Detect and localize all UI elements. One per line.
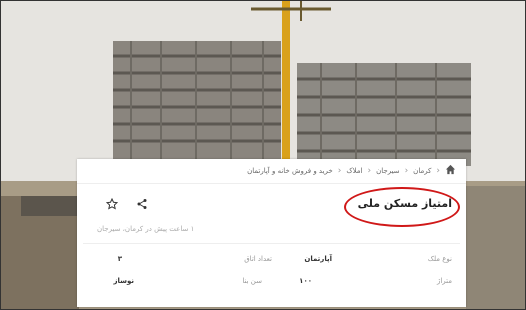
action-icons — [105, 197, 149, 211]
listing-card: ‹ کرمان ‹ سیرجان ‹ املاک ‹ خرید و فروش خ… — [77, 159, 466, 307]
field-label: تعداد اتاق — [244, 255, 272, 263]
listing-header: امتیاز مسکن ملی ۱ ساعت پیش در کرمان، سیر… — [91, 185, 466, 233]
field-row: متراژ ۱۰۰ سن بنا نوساز — [91, 277, 452, 291]
field-label: متراژ — [436, 277, 452, 285]
breadcrumb-item[interactable]: املاک — [346, 167, 362, 175]
chevron-left-icon: ‹ — [436, 166, 440, 176]
breadcrumb-item[interactable]: سیرجان — [376, 167, 399, 175]
field-value: نوساز — [113, 277, 134, 285]
chevron-left-icon: ‹ — [337, 166, 342, 176]
listing-subtitle: ۱ ساعت پیش در کرمان، سیرجان — [97, 225, 195, 233]
breadcrumb-item[interactable]: خرید و فروش خانه و آپارتمان — [247, 167, 333, 175]
chevron-left-icon: ‹ — [367, 166, 372, 176]
divider — [83, 243, 460, 244]
field-value: ۱۰۰ — [299, 277, 312, 285]
home-icon[interactable] — [445, 164, 456, 178]
breadcrumb-item[interactable]: کرمان — [413, 167, 431, 175]
chevron-left-icon: ‹ — [404, 166, 409, 176]
field-label: سن بنا — [242, 277, 262, 285]
screenshot-frame: ‹ کرمان ‹ سیرجان ‹ املاک ‹ خرید و فروش خ… — [0, 0, 526, 310]
field-value: آپارتمان — [304, 255, 332, 263]
field-row: نوع ملک آپارتمان تعداد اتاق ۳ — [91, 255, 452, 269]
highlight-circle — [344, 187, 460, 227]
star-icon[interactable] — [105, 197, 119, 211]
field-label: نوع ملک — [427, 255, 452, 263]
breadcrumb: ‹ کرمان ‹ سیرجان ‹ املاک ‹ خرید و فروش خ… — [77, 159, 466, 184]
share-icon[interactable] — [135, 197, 149, 211]
field-value: ۳ — [117, 255, 122, 263]
